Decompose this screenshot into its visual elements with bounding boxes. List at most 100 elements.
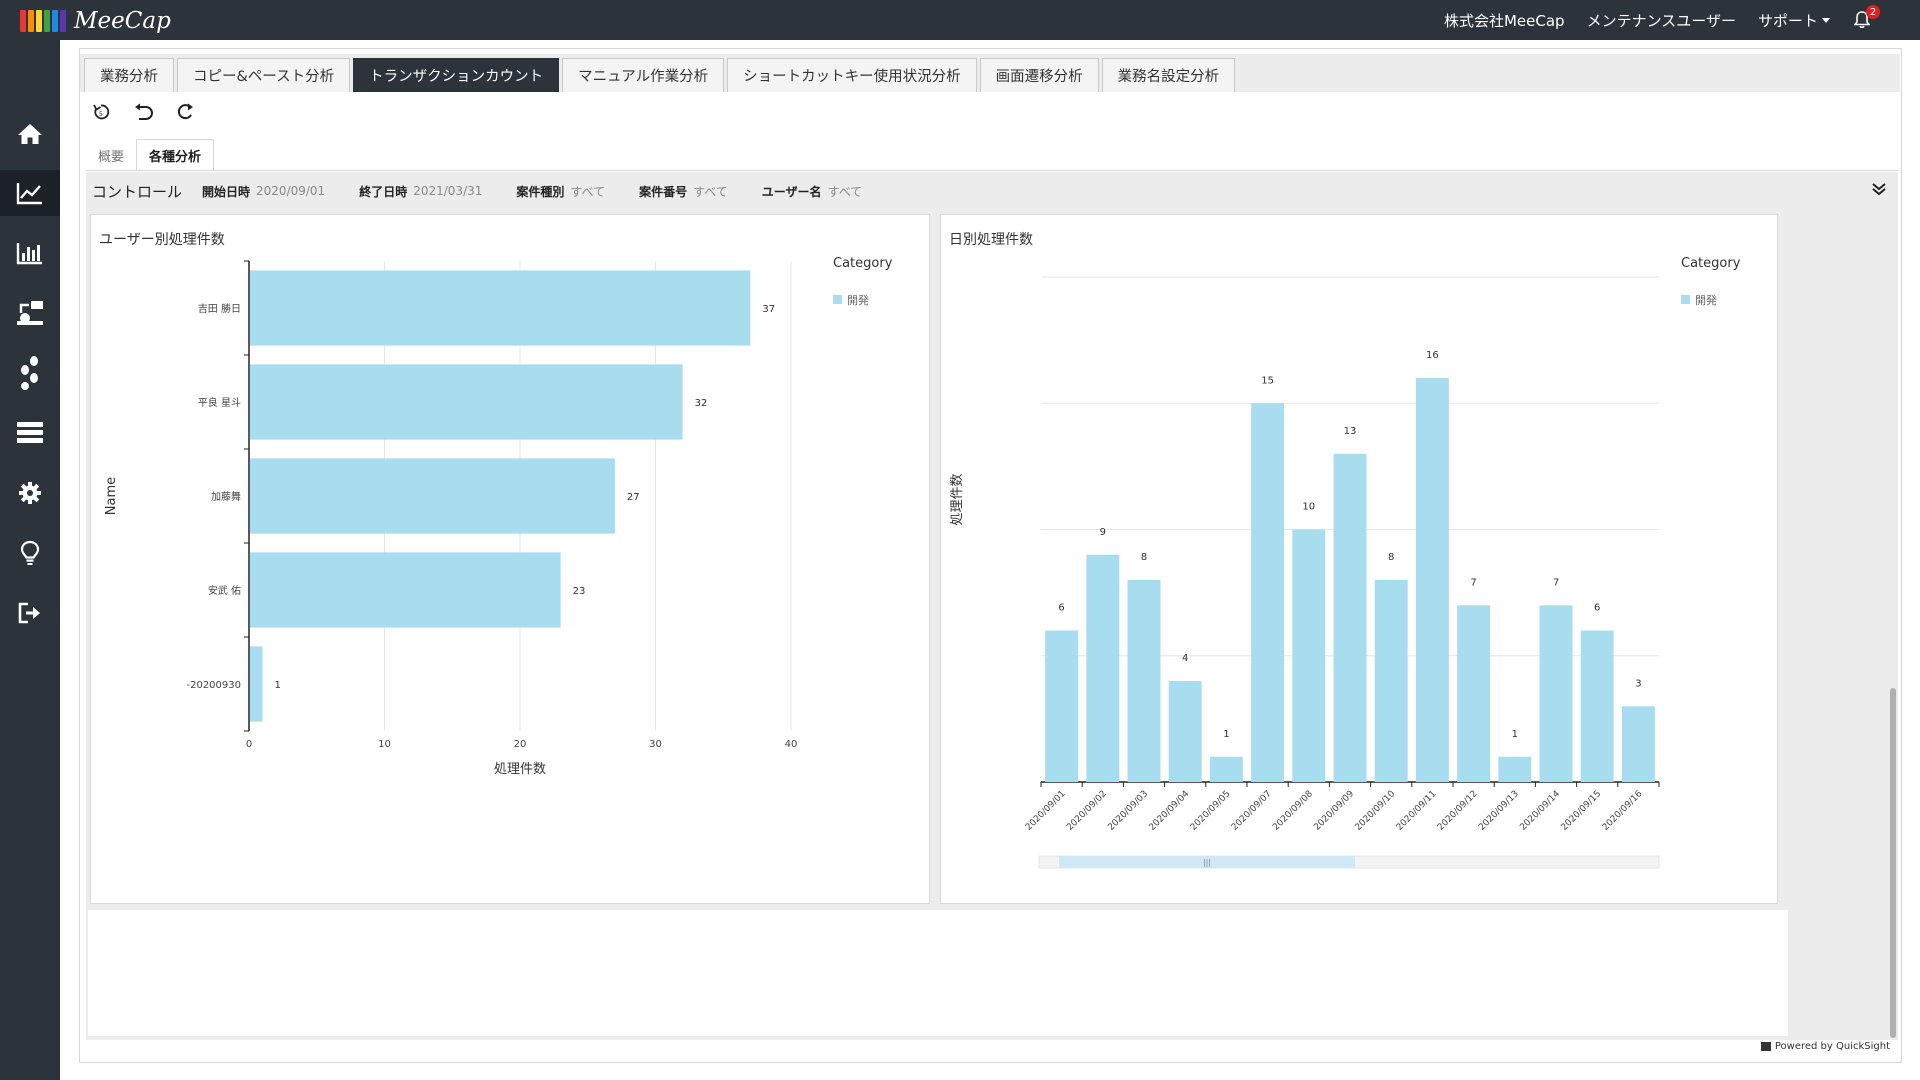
bar <box>1580 630 1614 782</box>
x-tick-label: 2020/09/02 <box>1065 789 1109 833</box>
control-bar: コントロール 開始日時 2020/09/01 終了日時 2021/03/31 案… <box>86 172 1898 210</box>
case-type-label: 案件種別 <box>516 184 565 199</box>
company-name: 株式会社MeeCap <box>1443 11 1565 30</box>
support-menu[interactable]: サポート <box>1758 10 1830 31</box>
start-date-value[interactable]: 2020/09/01 <box>256 184 325 198</box>
data-label: 7 <box>1470 577 1476 588</box>
sidebar-item-analysis[interactable] <box>0 170 60 216</box>
x-tick-label: 2020/09/04 <box>1148 789 1192 833</box>
data-label: 16 <box>1426 350 1439 361</box>
empty-visual-area <box>88 910 1788 1036</box>
user-menu[interactable]: メンテナンスユーザー <box>1587 10 1736 31</box>
expand-controls-button[interactable] <box>1872 182 1886 199</box>
line-chart-icon <box>16 183 42 205</box>
legend-title: Category <box>833 256 893 271</box>
x-tick-label: 2020/09/09 <box>1312 789 1356 833</box>
case-type-value[interactable]: すべて <box>570 183 605 200</box>
logo-bar <box>36 10 42 32</box>
end-date-value[interactable]: 2021/03/31 <box>413 184 482 198</box>
support-label: サポート <box>1757 11 1818 30</box>
logo-bar <box>52 10 58 32</box>
sidebar-item-logout[interactable] <box>0 590 60 636</box>
top-bar: MeeCap 株式会社MeeCap メンテナンスユーザー サポート 2 <box>0 0 1920 40</box>
sidebar-item-steps[interactable] <box>0 350 60 396</box>
user-count-visual[interactable]: ユーザー別処理件数 0 10 20 30 40 37 吉田 勝日 32 平良 星斗 27 加藤舞 23… <box>90 214 930 904</box>
x-tick-label: 40 <box>785 739 798 750</box>
category-label: 安武 佑 <box>208 584 241 597</box>
user-name-value[interactable]: すべて <box>828 183 863 200</box>
bar <box>250 270 751 346</box>
x-tick-label: 2020/09/08 <box>1271 789 1315 833</box>
data-label: 27 <box>627 492 640 503</box>
data-label: 7 <box>1553 577 1559 588</box>
scrollbar-thumb[interactable] <box>1890 688 1896 1038</box>
quicksight-icon <box>1760 1042 1771 1051</box>
end-date-label: 終了日時 <box>359 184 408 199</box>
legend-title: Category <box>1681 256 1741 271</box>
redo-button[interactable] <box>174 101 196 123</box>
category-label: -20200930 <box>186 680 241 691</box>
data-label: 8 <box>1141 552 1147 563</box>
app-logo[interactable]: MeeCap <box>20 6 171 36</box>
legend-label: 開発 <box>1695 293 1717 307</box>
sidebar-item-home[interactable] <box>0 111 60 157</box>
bar <box>1539 605 1573 782</box>
x-tick-label: 0 <box>246 739 252 750</box>
tab-3[interactable]: マニュアル作業分析 <box>562 58 725 92</box>
redo-icon <box>177 103 193 120</box>
chart-title: ユーザー別処理件数 <box>99 232 225 248</box>
sheet-tab-0[interactable]: 概要 <box>86 139 136 171</box>
case-number-label: 案件番号 <box>639 184 688 199</box>
sidebar-item-data[interactable] <box>0 410 60 456</box>
tab-2[interactable]: トランザクションカウント <box>353 58 560 92</box>
sidebar-item-statistics[interactable] <box>0 230 60 276</box>
daily-count-chart: 6 2020/09/01 9 2020/09/02 8 2020/09/03 4 2020/0… <box>950 256 1741 869</box>
data-label: 9 <box>1100 527 1106 538</box>
tab-4[interactable]: ショートカットキー使用状況分析 <box>727 58 977 92</box>
x-tick-label: 2020/09/16 <box>1601 789 1645 833</box>
bar <box>250 552 561 628</box>
sheet-tab-1[interactable]: 各種分析 <box>136 139 215 171</box>
lightbulb-icon <box>20 540 40 565</box>
chevron-down-icon <box>1822 17 1830 23</box>
bar-chart-icon <box>16 243 42 265</box>
control-title[interactable]: コントロール <box>92 181 182 202</box>
data-label: 4 <box>1182 653 1188 664</box>
case-number-value[interactable]: すべて <box>693 183 728 200</box>
category-label: 加藤舞 <box>211 491 241 503</box>
tab-5[interactable]: 画面遷移分析 <box>979 58 1099 92</box>
x-tick-label: 2020/09/12 <box>1436 789 1480 833</box>
data-label: 23 <box>573 586 586 597</box>
toolbar: 5 <box>90 98 196 126</box>
x-tick-label: 30 <box>649 739 662 750</box>
logo-mark <box>20 10 66 32</box>
data-label: 6 <box>1594 603 1600 614</box>
data-label: 8 <box>1388 552 1394 563</box>
sidebar-item-settings[interactable] <box>0 470 60 516</box>
data-label: 15 <box>1261 375 1274 386</box>
bar <box>1045 630 1079 782</box>
tab-0[interactable]: 業務分析 <box>84 58 174 92</box>
double-chevron-down-icon <box>1872 183 1886 196</box>
bar <box>250 364 683 440</box>
logo-bar <box>44 10 50 32</box>
x-tick-label: 2020/09/07 <box>1230 789 1274 833</box>
daily-count-visual[interactable]: 日別処理件数 6 2020/09/01 9 2020/09/02 8 2020/09/03… <box>940 214 1778 904</box>
data-label: 1 <box>275 680 281 691</box>
sidebar-item-tips[interactable] <box>0 530 60 576</box>
reset-button[interactable]: 5 <box>90 101 112 123</box>
sidebar-item-workflow[interactable] <box>0 290 60 336</box>
data-label: 1 <box>1512 729 1518 740</box>
x-tick-label: 2020/09/11 <box>1395 789 1439 833</box>
user-name-label: ユーザー名 <box>761 184 822 199</box>
start-date-label: 開始日時 <box>202 184 251 199</box>
tab-1[interactable]: コピー&ペースト分析 <box>177 58 351 92</box>
data-label: 10 <box>1302 502 1315 513</box>
tab-6[interactable]: 業務名設定分析 <box>1101 58 1236 92</box>
powered-by: Powered by QuickSight <box>1760 1041 1890 1052</box>
x-tick-label: 2020/09/03 <box>1106 789 1150 833</box>
data-label: 13 <box>1344 426 1357 437</box>
notification-button[interactable]: 2 <box>1852 5 1880 31</box>
bar <box>1415 378 1449 782</box>
undo-button[interactable] <box>132 101 154 123</box>
